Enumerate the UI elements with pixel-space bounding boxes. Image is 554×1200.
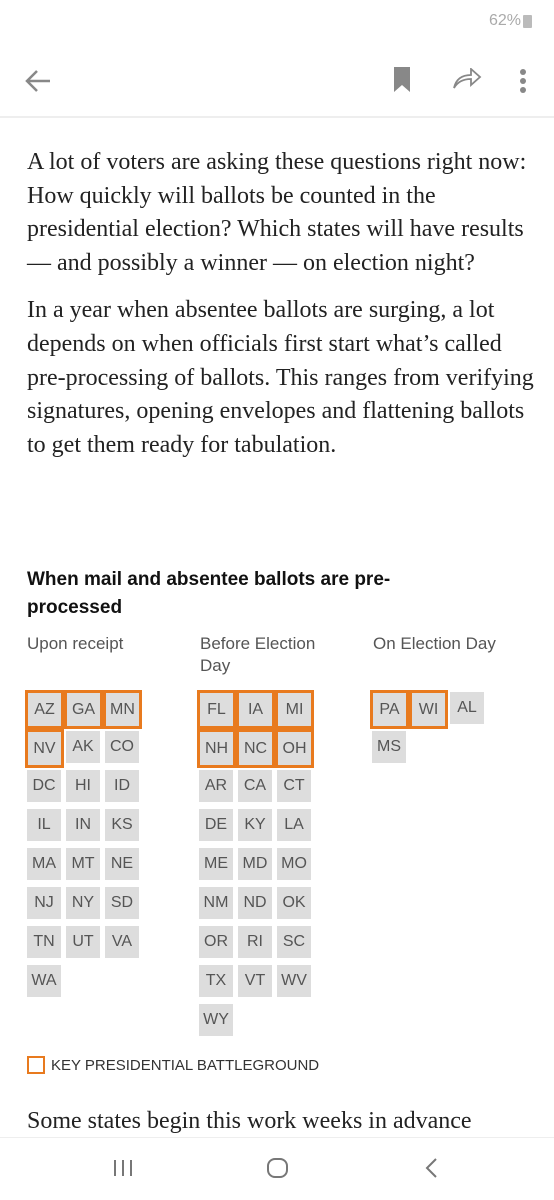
state-tile-ma: MA — [27, 848, 61, 880]
state-tile-tn: TN — [27, 926, 61, 958]
legend-label: KEY PRESIDENTIAL BATTLEGROUND — [51, 1056, 320, 1074]
state-tile-la: LA — [277, 809, 311, 841]
graphic-title: When mail and absentee ballots are pre-p… — [27, 569, 391, 618]
state-tile-ak: AK — [66, 731, 100, 763]
state-tile-mo: MO — [277, 848, 311, 880]
state-tile-nv: NV — [25, 729, 64, 768]
column-header-upon-receipt: Upon receipt — [27, 634, 124, 653]
state-tile-wa: WA — [27, 965, 61, 997]
toolbar — [0, 46, 554, 118]
state-tile-il: IL — [27, 809, 61, 841]
state-tile-ar: AR — [199, 770, 233, 802]
legend: KEY PRESIDENTIAL BATTLEGROUND — [27, 1056, 319, 1074]
state-tile-in: IN — [66, 809, 100, 841]
state-tile-mn: MN — [103, 690, 142, 729]
state-tile-ca: CA — [238, 770, 272, 802]
state-tile-dc: DC — [27, 770, 61, 802]
state-tile-ut: UT — [66, 926, 100, 958]
state-tile-hi: HI — [66, 770, 100, 802]
battery-icon — [523, 14, 532, 28]
state-tile-nd: ND — [238, 887, 272, 919]
paragraph: Some states begin this work weeks in adv… — [27, 1108, 472, 1134]
bookmark-icon[interactable] — [393, 67, 411, 93]
state-tile-fl: FL — [197, 690, 236, 729]
state-tile-va: VA — [105, 926, 139, 958]
state-tile-nm: NM — [199, 887, 233, 919]
state-tile-or: OR — [199, 926, 233, 958]
state-tile-ga: GA — [64, 690, 103, 729]
column-header-on-election-day: On Election Day — [373, 634, 496, 653]
state-tile-tx: TX — [199, 965, 233, 997]
state-tile-sc: SC — [277, 926, 311, 958]
more-options-icon[interactable] — [518, 68, 528, 94]
state-tile-oh: OH — [275, 729, 314, 768]
home-icon[interactable] — [266, 1157, 290, 1179]
state-tile-ok: OK — [277, 887, 311, 919]
column-header-before-election-day: Before Election Day — [200, 634, 316, 675]
screen: 62% A lot of voters are asking these que… — [0, 0, 554, 1200]
state-tile-ms: MS — [372, 731, 406, 763]
state-tile-pa: PA — [370, 690, 409, 729]
state-tile-id: ID — [105, 770, 139, 802]
system-nav-bar — [0, 1137, 554, 1200]
state-tile-nj: NJ — [27, 887, 61, 919]
state-tile-al: AL — [450, 692, 484, 724]
state-tile-sd: SD — [105, 887, 139, 919]
article-body: A lot of voters are asking these questio… — [27, 146, 537, 476]
state-tile-ri: RI — [238, 926, 272, 958]
back-nav-icon[interactable] — [424, 1157, 440, 1179]
status-bar: 62% — [489, 12, 532, 30]
state-tile-vt: VT — [238, 965, 272, 997]
paragraph: A lot of voters are asking these questio… — [27, 149, 527, 276]
share-icon[interactable] — [452, 68, 482, 92]
state-tile-ks: KS — [105, 809, 139, 841]
back-arrow-icon[interactable] — [24, 68, 52, 94]
state-tile-me: ME — [199, 848, 233, 880]
paragraph: In a year when absentee ballots are surg… — [27, 297, 534, 458]
state-tile-md: MD — [238, 848, 272, 880]
state-tile-wv: WV — [277, 965, 311, 997]
state-tile-ct: CT — [277, 770, 311, 802]
state-tile-wy: WY — [199, 1004, 233, 1036]
state-tile-nc: NC — [236, 729, 275, 768]
battleground-swatch — [27, 1056, 45, 1074]
state-tile-wi: WI — [409, 690, 448, 729]
state-tile-nh: NH — [197, 729, 236, 768]
state-tile-az: AZ — [25, 690, 64, 729]
state-tile-ky: KY — [238, 809, 272, 841]
state-tile-mt: MT — [66, 848, 100, 880]
state-tile-mi: MI — [275, 690, 314, 729]
state-tile-ia: IA — [236, 690, 275, 729]
recent-apps-icon[interactable] — [112, 1158, 134, 1178]
battery-level: 62% — [488, 12, 521, 29]
state-tile-de: DE — [199, 809, 233, 841]
state-tile-ne: NE — [105, 848, 139, 880]
state-tile-ny: NY — [66, 887, 100, 919]
state-tile-co: CO — [105, 731, 139, 763]
